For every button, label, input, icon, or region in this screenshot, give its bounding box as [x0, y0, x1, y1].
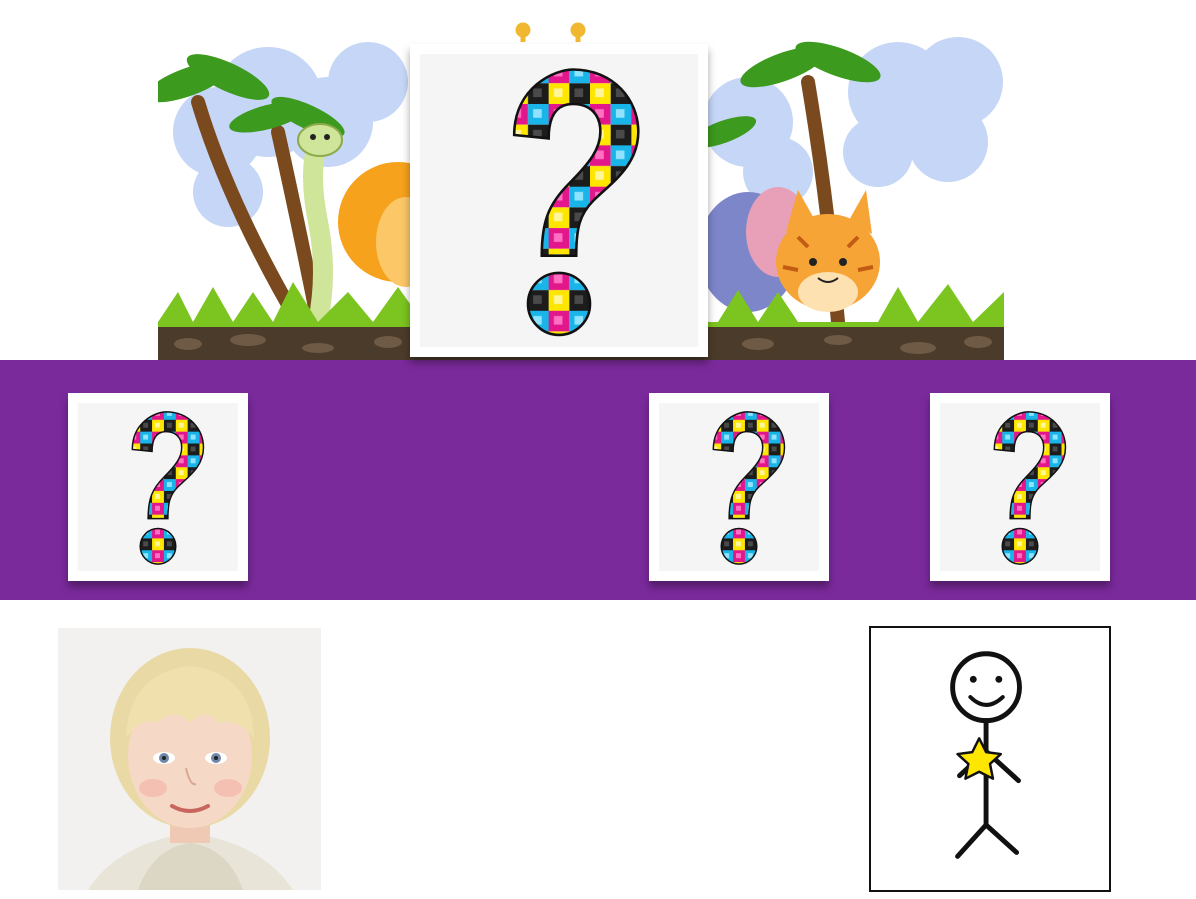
- mystery-card-2[interactable]: [649, 393, 829, 581]
- mystery-card-3[interactable]: [930, 393, 1110, 581]
- child-portrait-photo[interactable]: [58, 628, 321, 890]
- question-mark-icon: [712, 411, 786, 565]
- stick-figure-card[interactable]: [869, 626, 1111, 892]
- question-mark-icon: [131, 411, 205, 565]
- question-mark-icon: [512, 68, 640, 337]
- question-mark-icon: [993, 411, 1067, 565]
- mystery-card-large[interactable]: [410, 44, 708, 357]
- stick-figure-with-star-icon: [950, 651, 1022, 859]
- mystery-card-1[interactable]: [68, 393, 248, 581]
